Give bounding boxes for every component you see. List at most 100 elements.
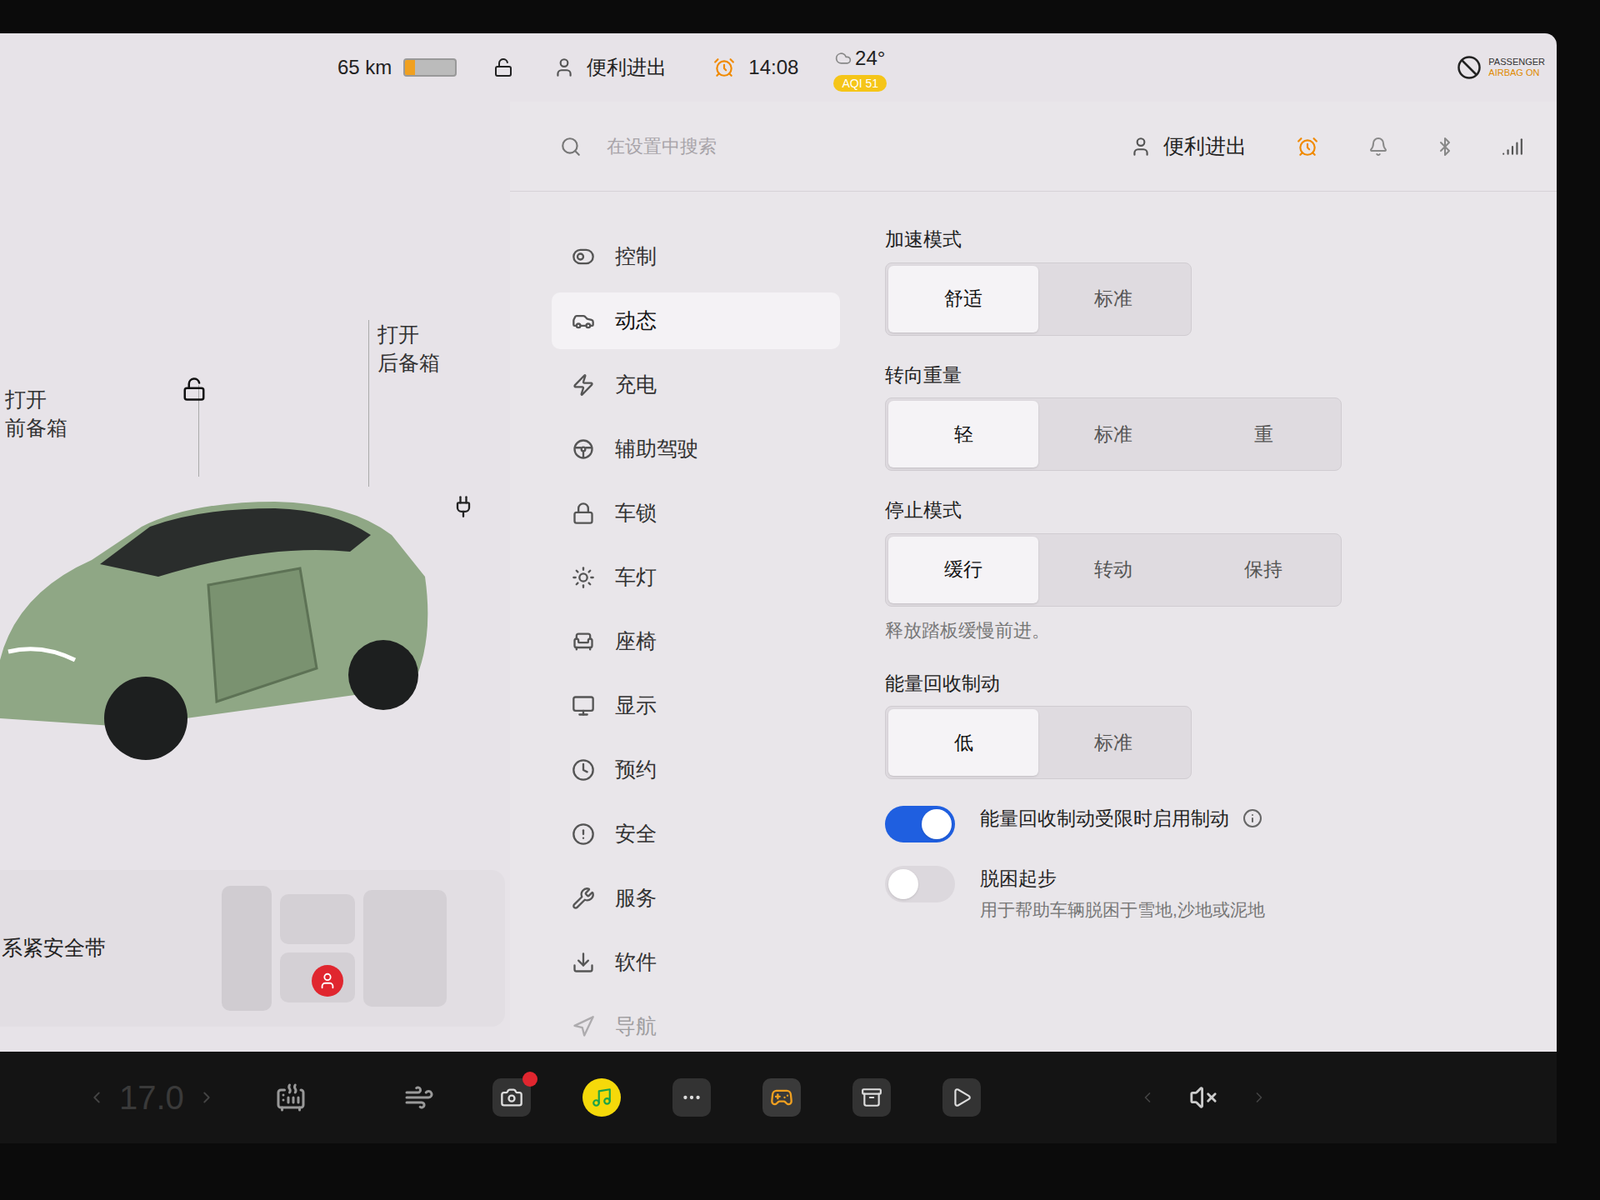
profile-icon: [553, 56, 575, 79]
battery-icon: [403, 58, 457, 77]
frunk-button[interactable]: 打开前备箱: [5, 385, 68, 442]
camera-icon: [500, 1085, 524, 1110]
camera-app[interactable]: [492, 1078, 531, 1117]
music-app[interactable]: [582, 1078, 621, 1117]
cabin-temperature[interactable]: 17.0: [119, 1072, 185, 1123]
sidebar-item[interactable]: 车锁: [551, 485, 840, 542]
section-title: 转向重量: [885, 360, 1557, 390]
weather: 24°AQI 51: [833, 43, 887, 92]
defrost-icon[interactable]: [404, 1082, 435, 1113]
sidebar-item[interactable]: 充电: [551, 356, 840, 414]
section-description: 释放踏板缓慢前进。: [885, 616, 1557, 645]
segment-option[interactable]: 转动: [1038, 536, 1189, 604]
sidebar-item[interactable]: 动态: [551, 292, 840, 350]
segment-option[interactable]: 标准: [1038, 265, 1189, 333]
toggle-icon: [571, 245, 595, 269]
segment-option[interactable]: 舒适: [888, 265, 1039, 333]
temp-down-icon[interactable]: [87, 1088, 106, 1107]
video-app[interactable]: [942, 1078, 981, 1117]
seatbelt-alert: 系紧安全带: [0, 932, 106, 965]
info-icon[interactable]: [1242, 808, 1263, 829]
range: 65 km: [337, 52, 392, 83]
toggle-switch[interactable]: [885, 805, 955, 843]
setting-section: 加速模式舒适标准: [885, 225, 1557, 336]
segment-option[interactable]: 轻: [888, 400, 1039, 468]
toggle-label: 脱困起步: [980, 864, 1057, 894]
setting-section: 停止模式缓行转动保持释放踏板缓慢前进。: [885, 495, 1557, 645]
segmented-control: 低标准: [885, 705, 1192, 780]
dock: 17.0: [0, 1051, 1557, 1144]
setting-section: 能量回收制动低标准: [885, 669, 1557, 780]
sidebar-item[interactable]: 预约: [551, 741, 840, 799]
play-icon: [950, 1086, 973, 1109]
more-apps[interactable]: [672, 1078, 711, 1117]
settings-content: 加速模式舒适标准转向重量轻标准重停止模式缓行转动保持释放踏板缓慢前进。能量回收制…: [866, 191, 1557, 1052]
sidebar-item[interactable]: 软件: [551, 934, 840, 991]
trunk-button[interactable]: 打开后备箱: [368, 320, 440, 487]
toggle-row: 脱困起步用于帮助车辆脱困于雪地,沙地或泥地: [885, 864, 1557, 923]
toggle-switch[interactable]: [885, 865, 955, 903]
sidebar-item[interactable]: 显示: [551, 677, 840, 735]
car-panel: 打开前备箱 打开后备箱系紧安全带: [0, 101, 510, 1052]
profile-name[interactable]: 便利进出: [586, 52, 667, 83]
light-icon: [571, 565, 595, 590]
segment-option[interactable]: 低: [888, 709, 1039, 776]
car-model[interactable]: [0, 451, 434, 769]
search-field[interactable]: [606, 132, 1130, 160]
sidebar-item[interactable]: 安全: [551, 805, 840, 863]
clock: 14:08: [748, 52, 799, 83]
sidebar-item[interactable]: 座椅: [551, 613, 840, 670]
games-app[interactable]: [762, 1078, 801, 1117]
segmented-control: 缓行转动保持: [885, 533, 1342, 607]
sidebar-item[interactable]: 控制: [551, 228, 840, 285]
toolbox-app[interactable]: [852, 1078, 891, 1117]
display-icon: [571, 694, 595, 718]
sidebar-item[interactable]: 车灯: [551, 549, 840, 606]
volume-down-icon[interactable]: [1139, 1089, 1156, 1106]
display: 65 km 便利进出 14:08 24°AQI 51 PASSENGERAIRBAG O…: [0, 33, 1557, 1052]
download-icon: [571, 950, 595, 975]
car-lock-icon[interactable]: [181, 376, 207, 402]
toggle-subtitle: 用于帮助车辆脱困于雪地,沙地或泥地: [980, 896, 1265, 924]
segmented-control: 轻标准重: [885, 397, 1342, 471]
alert-badge: [522, 1071, 538, 1087]
aqi-badge: AQI 51: [833, 75, 887, 92]
seat-heater-icon[interactable]: [275, 1082, 306, 1113]
section-title: 加速模式: [885, 225, 1557, 255]
ellipsis-icon: [680, 1086, 703, 1109]
seat-icon: [571, 630, 595, 654]
music-icon: [590, 1086, 613, 1109]
segment-option[interactable]: 标准: [1038, 709, 1189, 776]
section-title: 能量回收制动: [885, 669, 1557, 699]
sidebar-item[interactable]: 辅助驾驶: [551, 420, 840, 478]
segment-option[interactable]: 重: [1188, 400, 1339, 468]
sidebar-item[interactable]: 导航: [551, 998, 840, 1052]
cloud-icon: [835, 50, 852, 67]
volume-muted-icon[interactable]: [1189, 1083, 1218, 1112]
bell-icon[interactable]: [1368, 136, 1389, 157]
profile-name[interactable]: 便利进出: [1163, 130, 1247, 163]
sidebar-item[interactable]: 服务: [551, 870, 840, 927]
toolbox-icon: [860, 1086, 883, 1109]
segment-option[interactable]: 缓行: [888, 536, 1039, 604]
setting-section: 转向重量轻标准重: [885, 360, 1557, 472]
car-view: 打开前备箱 打开后备箱: [0, 101, 510, 870]
status-bar: 65 km 便利进出 14:08 24°AQI 51 PASSENGERAIRBAG O…: [0, 33, 1557, 102]
alert-icon: [571, 822, 595, 846]
airbag-status: PASSENGERAIRBAG ON: [1456, 55, 1545, 80]
segment-option[interactable]: 保持: [1188, 536, 1339, 604]
segmented-control: 舒适标准: [885, 262, 1192, 336]
alarm-icon: [713, 56, 735, 79]
unlock-icon[interactable]: [493, 57, 514, 78]
segment-option[interactable]: 标准: [1038, 400, 1189, 468]
clock-icon: [571, 758, 595, 782]
section-title: 停止模式: [885, 495, 1557, 525]
steering-wheel-icon: [571, 437, 595, 461]
temp-up-icon[interactable]: [197, 1088, 216, 1107]
settings-header: 便利进出: [510, 101, 1557, 192]
bluetooth-icon[interactable]: [1435, 136, 1455, 157]
settings-panel: 便利进出控制动态充电辅助驾驶车锁车灯座椅显示预约安全服务软件导航加速模式舒适标准…: [510, 101, 1557, 1052]
charge-port-icon[interactable]: [451, 495, 475, 519]
alarm-icon[interactable]: [1296, 135, 1319, 158]
volume-up-icon[interactable]: [1250, 1089, 1268, 1106]
